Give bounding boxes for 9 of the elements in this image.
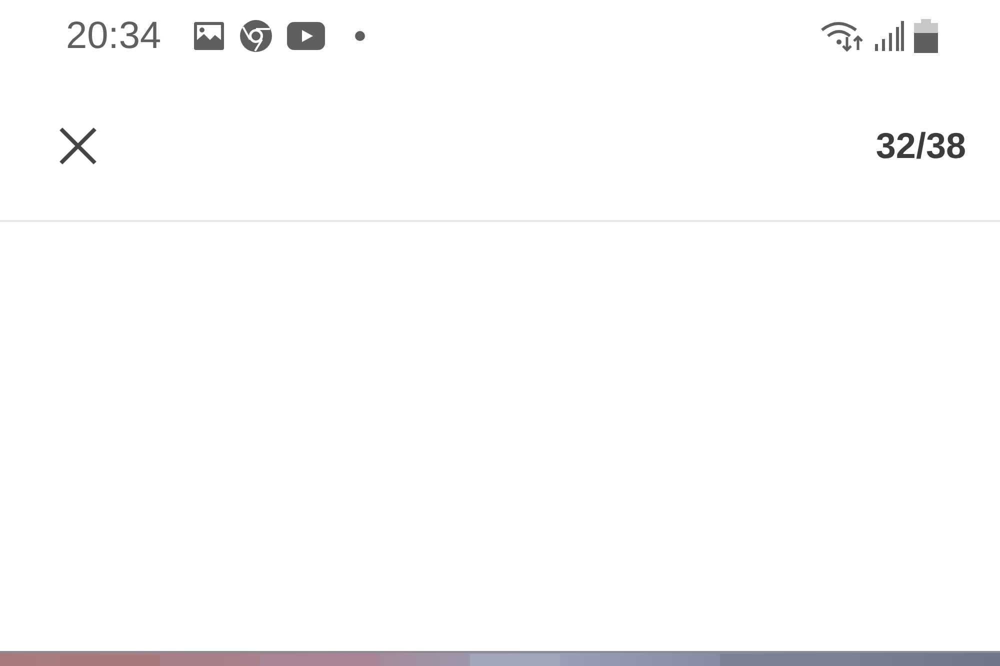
battery-icon: [914, 19, 938, 53]
page-counter: 32/38: [876, 125, 966, 167]
image-icon: [193, 21, 226, 51]
dot-icon: [355, 31, 366, 41]
video-play-icon: [287, 22, 326, 50]
browser-icon: [239, 19, 274, 53]
signal-icon: [874, 21, 904, 51]
wifi-icon: [820, 20, 864, 52]
status-time: 20:34: [66, 14, 162, 58]
